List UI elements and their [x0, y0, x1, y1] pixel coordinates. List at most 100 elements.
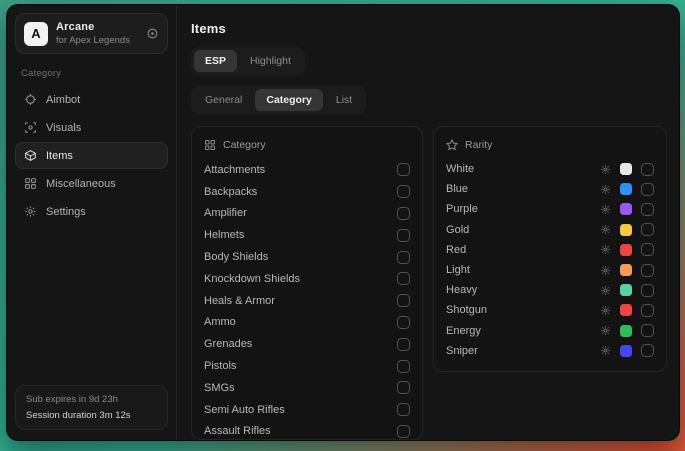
sidebar-item-visuals[interactable]: Visuals: [15, 114, 168, 141]
rarity-checkbox[interactable]: [641, 284, 654, 297]
sidebar-section-label: Category: [21, 68, 162, 79]
gear-icon[interactable]: [600, 265, 611, 276]
gear-icon[interactable]: [600, 184, 611, 195]
category-checkbox[interactable]: [397, 360, 410, 373]
color-swatch[interactable]: [620, 203, 632, 215]
category-checkbox[interactable]: [397, 185, 410, 198]
rarity-checkbox[interactable]: [641, 264, 654, 277]
category-row: Pistols: [204, 355, 410, 377]
category-checkbox[interactable]: [397, 294, 410, 307]
app-logo: A: [24, 22, 48, 46]
gear-icon[interactable]: [600, 325, 611, 336]
sidebar-item-label: Visuals: [46, 122, 81, 134]
tab-esp[interactable]: ESP: [194, 50, 237, 72]
category-row: Heals & Armor: [204, 290, 410, 312]
color-swatch[interactable]: [620, 163, 632, 175]
app-header-card: A Arcane for Apex Legends: [15, 13, 168, 54]
package-icon: [24, 149, 37, 162]
color-swatch[interactable]: [620, 304, 632, 316]
session-duration-text: Session duration 3m 12s: [26, 410, 157, 421]
category-checkbox[interactable]: [397, 163, 410, 176]
app-name: Arcane: [56, 21, 130, 33]
category-checkbox[interactable]: [397, 403, 410, 416]
sidebar-item-settings[interactable]: Settings: [15, 198, 168, 225]
category-label: Pistols: [204, 360, 236, 372]
sidebar-item-label: Items: [46, 150, 73, 162]
rarity-checkbox[interactable]: [641, 163, 654, 176]
star-icon: [446, 139, 458, 151]
app-window: A Arcane for Apex Legends Category Aimbo…: [6, 4, 680, 441]
rarity-checkbox[interactable]: [641, 243, 654, 256]
gear-icon: [24, 205, 37, 218]
category-checkbox[interactable]: [397, 381, 410, 394]
color-swatch[interactable]: [620, 325, 632, 337]
page-title: Items: [191, 21, 667, 36]
rarity-label: Blue: [446, 183, 468, 195]
color-swatch[interactable]: [620, 264, 632, 276]
gear-icon[interactable]: [600, 345, 611, 356]
color-swatch[interactable]: [620, 183, 632, 195]
sidebar-item-miscellaneous[interactable]: Miscellaneous: [15, 170, 168, 197]
rarity-row: Purple: [446, 199, 654, 219]
gear-icon[interactable]: [600, 224, 611, 235]
category-row: Attachments: [204, 159, 410, 181]
gear-icon[interactable]: [600, 305, 611, 316]
color-swatch[interactable]: [620, 244, 632, 256]
rarity-row: Gold: [446, 220, 654, 240]
rarity-label: Sniper: [446, 345, 478, 357]
category-row: Amplifier: [204, 203, 410, 225]
category-checkbox[interactable]: [397, 229, 410, 242]
rarity-row: Energy: [446, 321, 654, 341]
app-meta: Arcane for Apex Legends: [56, 21, 130, 46]
category-list: Attachments Backpacks Amplifier Helmets: [204, 159, 410, 440]
rarity-panel-header: Rarity: [446, 139, 654, 151]
category-checkbox[interactable]: [397, 207, 410, 220]
category-checkbox[interactable]: [397, 316, 410, 329]
category-checkbox[interactable]: [397, 338, 410, 351]
rarity-label: Shotgun: [446, 304, 487, 316]
rarity-label: Purple: [446, 203, 478, 215]
rarity-row: Heavy: [446, 280, 654, 300]
color-swatch[interactable]: [620, 224, 632, 236]
gear-icon[interactable]: [600, 204, 611, 215]
rarity-checkbox[interactable]: [641, 344, 654, 357]
grid-icon: [24, 177, 37, 190]
sidebar-item-aimbot[interactable]: Aimbot: [15, 86, 168, 113]
category-label: Attachments: [204, 164, 265, 176]
app-subtitle: for Apex Legends: [56, 35, 130, 46]
category-label: Heals & Armor: [204, 295, 275, 307]
tab-category[interactable]: Category: [255, 89, 323, 111]
category-label: SMGs: [204, 382, 235, 394]
tab-list[interactable]: List: [325, 89, 363, 111]
category-label: Assault Rifles: [204, 425, 271, 437]
mode-tab-group: ESP Highlight: [191, 47, 305, 75]
category-row: Knockdown Shields: [204, 268, 410, 290]
rarity-row: Shotgun: [446, 300, 654, 320]
sidebar-item-label: Settings: [46, 206, 86, 218]
tab-general[interactable]: General: [194, 89, 253, 111]
category-checkbox[interactable]: [397, 272, 410, 285]
main-content: Items ESP Highlight General Category Lis…: [177, 5, 679, 440]
gear-icon[interactable]: [600, 244, 611, 255]
category-label: Knockdown Shields: [204, 273, 300, 285]
target-icon[interactable]: [146, 27, 159, 40]
category-panel-header: Category: [204, 139, 410, 151]
rarity-label: Red: [446, 244, 466, 256]
rarity-checkbox[interactable]: [641, 203, 654, 216]
sidebar-item-items[interactable]: Items: [15, 142, 168, 169]
category-checkbox[interactable]: [397, 251, 410, 264]
category-checkbox[interactable]: [397, 425, 410, 438]
color-swatch[interactable]: [620, 284, 632, 296]
rarity-checkbox[interactable]: [641, 304, 654, 317]
tab-highlight[interactable]: Highlight: [239, 50, 302, 72]
gear-icon[interactable]: [600, 285, 611, 296]
sub-expiry-text: Sub expires in 9d 23h: [26, 394, 157, 405]
rarity-checkbox[interactable]: [641, 324, 654, 337]
crosshair-icon: [24, 93, 37, 106]
color-swatch[interactable]: [620, 345, 632, 357]
gear-icon[interactable]: [600, 164, 611, 175]
rarity-row: Blue: [446, 179, 654, 199]
rarity-checkbox[interactable]: [641, 223, 654, 236]
rarity-checkbox[interactable]: [641, 183, 654, 196]
category-row: Backpacks: [204, 181, 410, 203]
